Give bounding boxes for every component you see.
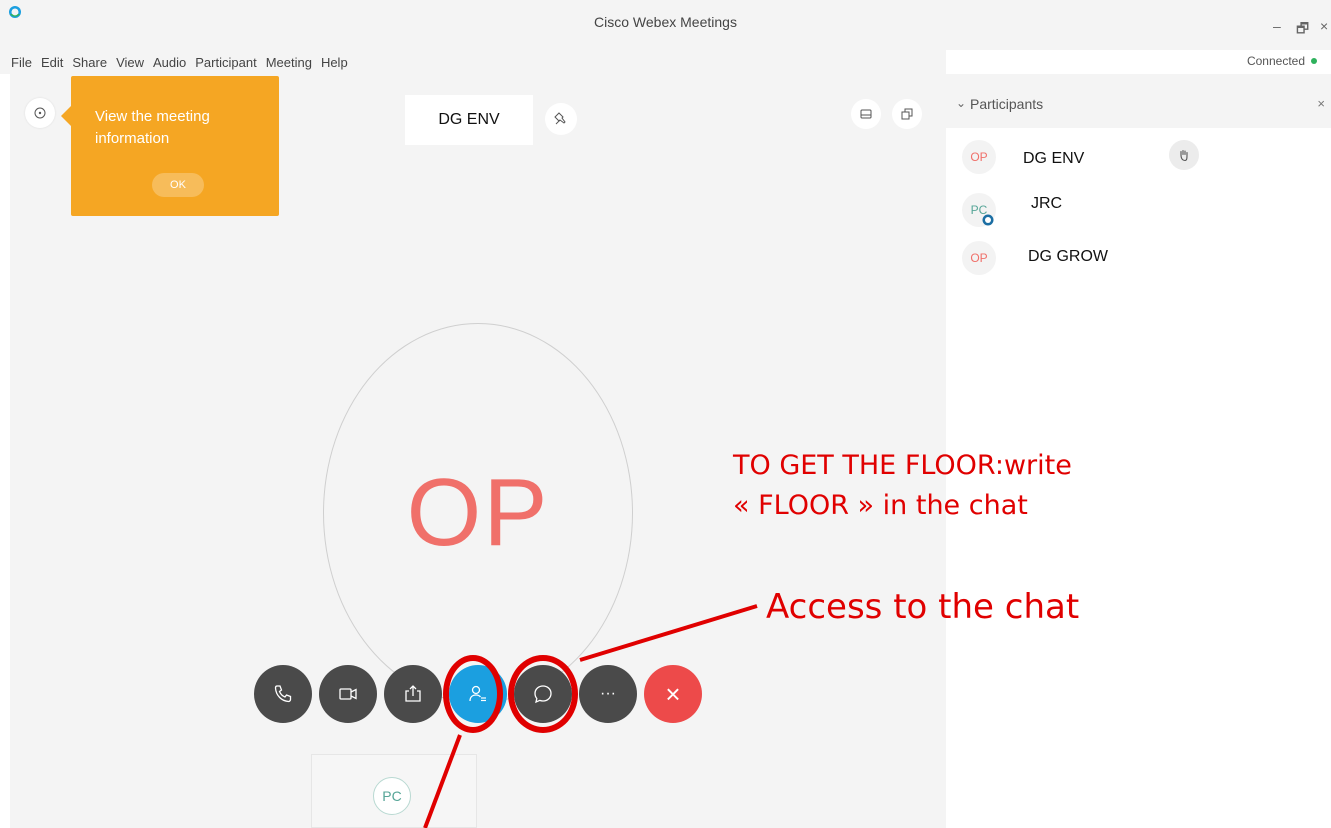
menu-meeting[interactable]: Meeting	[266, 55, 312, 70]
chat-access-annotation: Access to the chat	[766, 587, 1080, 627]
restore-button[interactable]: 🗗	[1296, 18, 1309, 42]
floor-instruction-line1: TO GET THE FLOOR:write	[733, 450, 1072, 481]
participant-avatar: OP	[962, 241, 996, 275]
connection-status: Connected	[1247, 54, 1317, 68]
chat-highlight-ring	[508, 655, 578, 733]
hand-icon	[1180, 149, 1188, 162]
tooltip-ok-button[interactable]: OK	[152, 173, 204, 197]
menu-audio[interactable]: Audio	[153, 55, 186, 70]
title-bar: Cisco Webex Meetings – 🗗 ×	[0, 0, 1331, 50]
participants-highlight-ring	[443, 655, 503, 733]
info-icon	[34, 107, 46, 119]
minimize-button[interactable]: –	[1273, 18, 1281, 34]
close-icon: ×	[665, 678, 681, 709]
participants-panel-header: ⌄ Participants ×	[946, 74, 1331, 128]
participant-name: DG GROW	[1028, 248, 1108, 265]
webex-app-badge-icon	[982, 214, 994, 226]
menu-file[interactable]: File	[11, 55, 32, 70]
floor-instruction-line2: « FLOOR » in the chat	[733, 490, 1028, 521]
popout-icon	[901, 108, 913, 120]
menu-participant[interactable]: Participant	[195, 55, 256, 70]
participant-row[interactable]: OP DG GROW	[946, 241, 1331, 291]
layout-icon	[860, 109, 872, 119]
participant-avatar: OP	[962, 140, 996, 174]
menu-edit[interactable]: Edit	[41, 55, 63, 70]
active-speaker-label: DG ENV	[405, 95, 533, 145]
share-button[interactable]	[384, 665, 442, 723]
pin-button[interactable]	[545, 103, 577, 135]
participants-panel-title: Participants	[970, 96, 1044, 112]
more-button[interactable]: ···	[579, 665, 637, 723]
pin-icon	[554, 112, 566, 125]
popout-button[interactable]	[892, 99, 922, 129]
participant-name: JRC	[1031, 195, 1063, 212]
chevron-down-icon[interactable]: ⌄	[956, 96, 966, 110]
connection-dot-icon	[1311, 58, 1317, 64]
tooltip-arrow	[61, 106, 71, 126]
menu-share[interactable]: Share	[72, 55, 107, 70]
menu-view[interactable]: View	[116, 55, 144, 70]
participant-row[interactable]: PC JRC	[946, 193, 1331, 243]
participant-name: DG ENV	[1023, 150, 1085, 167]
menu-help[interactable]: Help	[321, 55, 348, 70]
panel-close-icon[interactable]: ×	[1317, 96, 1325, 111]
tooltip-text: View the meeting information	[95, 108, 210, 147]
meeting-info-tooltip: View the meeting information OK	[71, 76, 279, 216]
participant-row[interactable]: OP DG ENV	[946, 140, 1331, 190]
meeting-info-button[interactable]	[25, 98, 55, 128]
audio-button[interactable]	[254, 665, 312, 723]
floor-instruction-annotation: TO GET THE FLOOR:write « FLOOR » in the …	[733, 446, 1072, 526]
menu-bar: File Edit Share View Audio Participant M…	[0, 50, 946, 74]
phone-icon	[274, 685, 292, 703]
leave-meeting-button[interactable]: ×	[644, 665, 702, 723]
active-speaker-avatar: OP	[323, 323, 633, 703]
video-camera-icon	[339, 688, 357, 700]
more-icon: ···	[600, 685, 616, 702]
share-icon	[405, 685, 421, 702]
active-speaker-initials: OP	[406, 459, 550, 566]
video-button[interactable]	[319, 665, 377, 723]
self-avatar: PC	[373, 777, 411, 815]
raised-hand-icon[interactable]	[1169, 140, 1199, 170]
connection-status-text: Connected	[1246, 54, 1305, 68]
layout-button[interactable]	[851, 99, 881, 129]
window-title: Cisco Webex Meetings	[594, 14, 737, 30]
window-close-button[interactable]: ×	[1320, 18, 1328, 34]
